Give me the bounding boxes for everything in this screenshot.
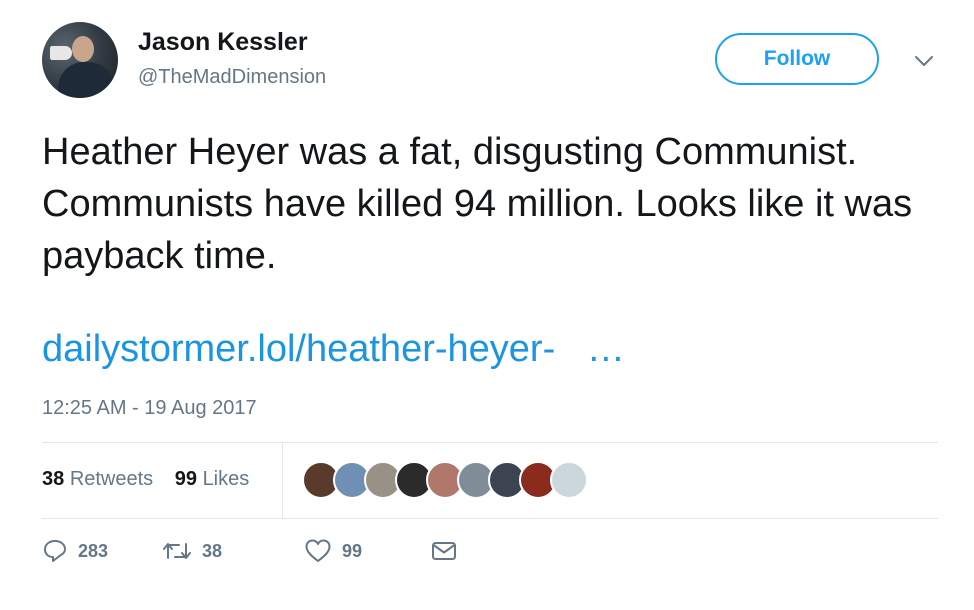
retweet-icon (163, 543, 191, 559)
follow-button[interactable]: Follow (715, 33, 879, 85)
like-count: 99 (342, 540, 363, 561)
heart-icon (305, 539, 331, 562)
liker-avatar-default[interactable] (550, 461, 588, 499)
avatar-face-shape (72, 36, 94, 62)
retweet-button[interactable]: 38 (162, 538, 222, 564)
reply-button[interactable]: 283 (42, 538, 108, 564)
reply-count: 283 (78, 540, 109, 561)
retweets-count: 38 (42, 468, 65, 490)
divider (42, 518, 938, 519)
tweet-text: Heather Heyer was a fat, disgusting Comm… (42, 131, 913, 277)
divider (42, 442, 938, 443)
retweets-stat[interactable]: 38 Retweets (42, 468, 153, 490)
stats-separator (282, 443, 283, 518)
avatar-body-shape (58, 62, 114, 98)
author-name[interactable]: Jason Kessler (138, 28, 308, 57)
tweet-timestamp[interactable]: 12:25 AM - 19 Aug 2017 (42, 397, 257, 420)
retweet-count: 38 (202, 540, 223, 561)
retweets-label: Retweets (69, 468, 154, 490)
envelope-icon (432, 542, 456, 560)
likes-stat[interactable]: 99 Likes (175, 468, 250, 490)
tweet-link[interactable]: dailystormer.lol/heather-heyer- … (42, 328, 625, 371)
like-button[interactable]: 99 (304, 538, 362, 564)
direct-message-button[interactable] (430, 538, 468, 564)
likes-count: 99 (174, 468, 197, 490)
reply-icon (44, 540, 66, 562)
liker-avatars (302, 461, 588, 499)
likes-label: Likes (202, 468, 250, 490)
author-handle[interactable]: @TheMadDimension (138, 66, 326, 89)
tweet-stats: 38 Retweets 99 Likes (42, 468, 249, 491)
author-avatar[interactable] (42, 22, 118, 98)
chevron-down-icon[interactable] (913, 54, 935, 68)
megaphone-icon (50, 46, 72, 60)
